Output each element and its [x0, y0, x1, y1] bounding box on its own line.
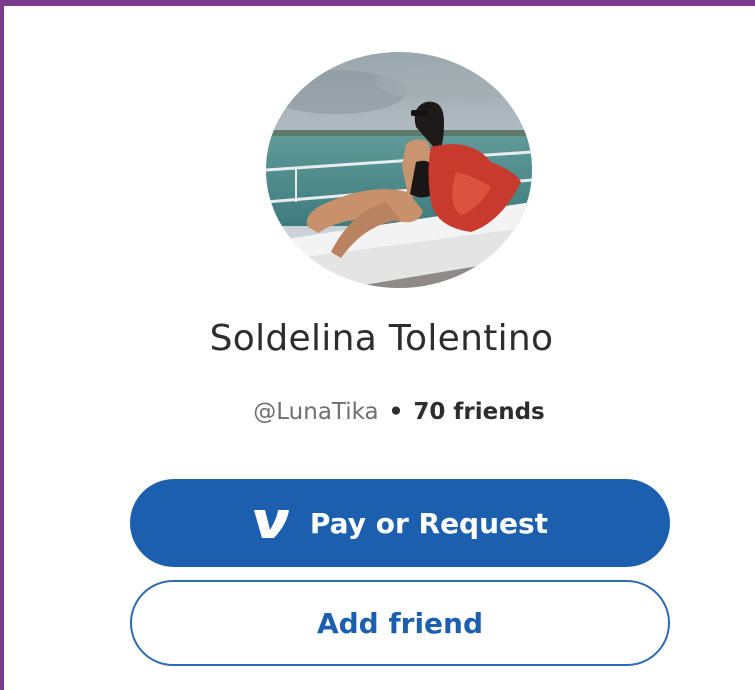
add-friend-button[interactable]: Add friend: [130, 580, 670, 666]
pay-or-request-label: Pay or Request: [309, 506, 549, 540]
avatar-photo: [266, 52, 532, 288]
profile-handle: @LunaTika: [253, 399, 379, 425]
pay-or-request-button[interactable]: Pay or Request: [130, 479, 670, 567]
separator-dot: •: [388, 399, 404, 425]
avatar[interactable]: [266, 52, 532, 288]
profile-card: Soldelina Tolentino @LunaTika • 70 friends…: [0, 0, 755, 690]
profile-name: Soldelina Tolentino: [209, 318, 554, 359]
profile-meta: @LunaTika • 70 friends: [4, 399, 755, 425]
friends-count-link[interactable]: 70 friends: [413, 399, 544, 425]
venmo-logo-icon: [252, 506, 292, 540]
add-friend-label: Add friend: [316, 606, 484, 640]
